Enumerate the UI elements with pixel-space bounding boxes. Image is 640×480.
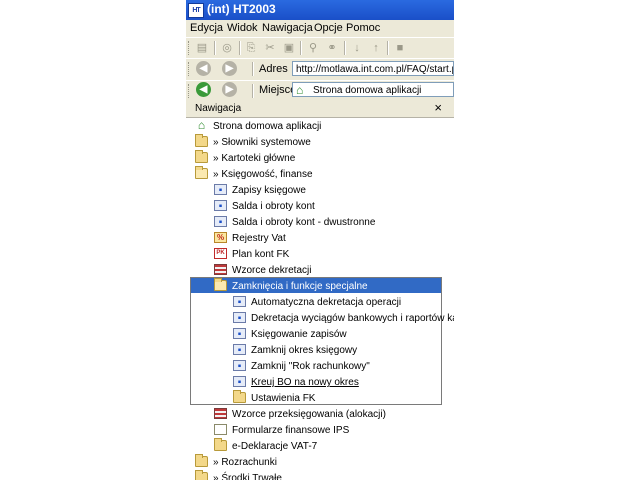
- app-icon: ▪: [233, 328, 246, 340]
- tree-item-label: » Księgowość, finanse: [213, 169, 313, 180]
- tree-item-label: Salda i obroty kont - dwustronne: [232, 217, 376, 228]
- tree-item-label: » Rozrachunki: [213, 457, 277, 468]
- tree-item-label: Salda i obroty kont: [232, 201, 315, 212]
- app-icon: ▪: [214, 200, 227, 212]
- folder-icon: [195, 150, 208, 163]
- back-icon[interactable]: ◀: [196, 82, 211, 97]
- toolbar-separator: [387, 41, 389, 55]
- document-icon: [214, 424, 227, 435]
- tree-item-label: Rejestry Vat: [232, 233, 286, 244]
- refresh-icon[interactable]: ◎: [220, 41, 234, 55]
- copy-icon[interactable]: ⎘: [244, 41, 258, 55]
- app-icon: ▪: [233, 376, 246, 388]
- address-label: Adres: [259, 63, 288, 75]
- forward-icon[interactable]: ▶: [222, 61, 237, 76]
- tree-item-label: Kreuj BO na nowy okres: [251, 377, 359, 388]
- toolbar-separator: [252, 62, 254, 76]
- menu-nawigacja[interactable]: Nawigacja: [262, 22, 313, 34]
- navigation-panel-header: Nawigacja ×: [186, 100, 454, 118]
- toolbar-grip[interactable]: [188, 84, 192, 98]
- app-icon: ▪: [233, 296, 246, 308]
- navigation-panel-title: Nawigacja: [195, 103, 242, 114]
- folder-icon: [214, 438, 227, 451]
- menu-pomoc[interactable]: Pomoc: [346, 22, 380, 34]
- tree-item-label: Zamknij okres księgowy: [251, 345, 358, 356]
- tree-item-label: Wzorce dekretacji: [232, 265, 312, 276]
- menu-edycja[interactable]: Edycja: [190, 22, 223, 34]
- folder-open-icon: [214, 278, 227, 291]
- toolbar-separator: [252, 84, 254, 98]
- home-icon: ⌂: [296, 83, 304, 97]
- address-toolbar: ◀ ▶ Adres http://motlawa.int.com.pl/FAQ/…: [186, 58, 454, 81]
- location-value: Strona domowa aplikacji: [313, 85, 422, 96]
- home-icon: ⌂: [197, 118, 206, 132]
- sort-descending-icon[interactable]: ↑: [369, 41, 383, 55]
- tree-item-label: Ustawienia FK: [251, 393, 316, 404]
- toolbar-grip[interactable]: [188, 41, 192, 55]
- tree-item-label: Dekretacja wyciągów bankowych i raportów…: [251, 313, 454, 324]
- tree-item-label: e-Deklaracje VAT-7: [232, 441, 318, 452]
- back-icon[interactable]: ◀: [196, 61, 211, 76]
- folder-icon: [195, 470, 208, 480]
- find-icon[interactable]: ⚲: [306, 41, 320, 55]
- app-icon: ▪: [233, 312, 246, 324]
- folder-icon: [195, 134, 208, 147]
- location-toolbar: ◀ ▶ Miejsce ⌂ Strona domowa aplikacji: [186, 80, 454, 101]
- find-next-icon[interactable]: ⚭: [325, 41, 339, 55]
- title-bar[interactable]: HT (int) HT2003: [186, 0, 454, 20]
- window-title: (int) HT2003: [207, 2, 276, 16]
- app-icon: ▪: [214, 216, 227, 228]
- save-icon[interactable]: ■: [393, 41, 407, 55]
- toolbar-separator: [344, 41, 346, 55]
- tree-item-label: » Środki Trwałe: [213, 473, 282, 480]
- sort-ascending-icon[interactable]: ↓: [350, 41, 364, 55]
- folder-open-icon: [195, 166, 208, 179]
- app-logo-icon: HT: [188, 3, 204, 18]
- plan-kont-icon: PK: [214, 248, 227, 259]
- properties-icon[interactable]: ▤: [195, 41, 209, 55]
- navigation-tree: ⌂ Strona domowa aplikacji » Słowniki sys…: [186, 118, 454, 480]
- location-input[interactable]: ⌂ Strona domowa aplikacji: [292, 82, 454, 97]
- standard-toolbar: ▤ ◎ ⎘ ✂ ▣ ⚲ ⚭ ↓ ↑ ■: [186, 37, 454, 59]
- app-icon: ▪: [233, 344, 246, 356]
- toolbar-separator: [300, 41, 302, 55]
- tree-item-label: » Słowniki systemowe: [213, 137, 311, 148]
- tree-item-label: Strona domowa aplikacji: [213, 121, 322, 132]
- tree-item-label: Zamknięcia i funkcje specjalne: [230, 280, 370, 293]
- menu-widok[interactable]: Widok: [227, 22, 258, 34]
- toolbar-separator: [214, 41, 216, 55]
- menu-bar: Edycja Widok Nawigacja Opcje Pomoc: [186, 20, 454, 37]
- toolbar-grip[interactable]: [188, 62, 192, 76]
- address-input[interactable]: http://motlawa.int.com.pl/FAQ/start.php?: [292, 61, 454, 76]
- tree-item-label: Zapisy księgowe: [232, 185, 306, 196]
- tree-item-label: Zamknij "Rok rachunkowy": [251, 361, 370, 372]
- tree-item-label: Księgowanie zapisów: [251, 329, 347, 340]
- menu-opcje[interactable]: Opcje: [314, 22, 343, 34]
- tree-item-label: Formularze finansowe IPS: [232, 425, 350, 436]
- app-icon: ▪: [214, 184, 227, 196]
- vat-icon: %: [214, 232, 227, 243]
- application-window: HT (int) HT2003 Edycja Widok Nawigacja O…: [186, 0, 454, 480]
- tree-item-label: » Kartoteki główne: [213, 153, 296, 164]
- cut-icon[interactable]: ✂: [263, 41, 277, 55]
- location-label: Miejsce: [259, 84, 297, 96]
- tree-item-label: Plan kont FK: [232, 249, 290, 260]
- forward-icon[interactable]: ▶: [222, 82, 237, 97]
- template-icon: [214, 408, 227, 419]
- close-icon[interactable]: ×: [434, 100, 442, 115]
- paste-icon[interactable]: ▣: [282, 41, 296, 55]
- app-icon: ▪: [233, 360, 246, 372]
- toolbar-separator: [239, 41, 241, 55]
- template-icon: [214, 264, 227, 275]
- folder-icon: [233, 390, 246, 403]
- folder-icon: [195, 454, 208, 467]
- tree-item-label: Wzorce przeksięgowania (alokacji): [232, 409, 386, 420]
- tree-item-label: Automatyczna dekretacja operacji: [251, 297, 402, 308]
